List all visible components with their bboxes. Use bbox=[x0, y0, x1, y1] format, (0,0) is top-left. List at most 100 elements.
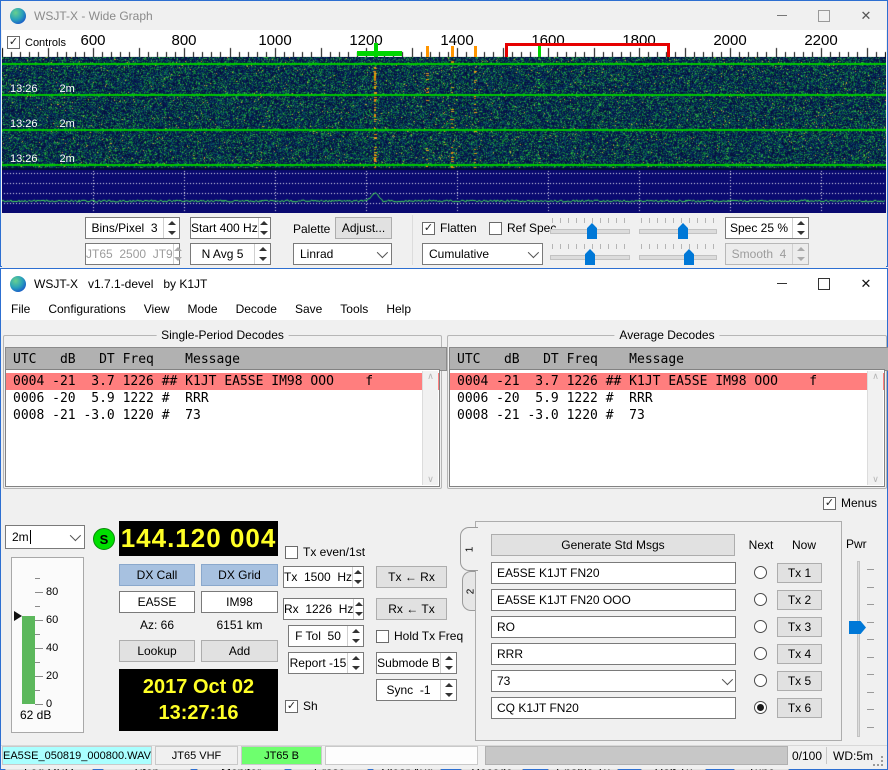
sync-spinner[interactable]: Sync -1 bbox=[376, 679, 457, 701]
decode-row[interactable]: 0004 -21 3.7 1226 ## K1JT EA5SE IM98 OOO… bbox=[6, 373, 439, 390]
pwr-tick bbox=[867, 604, 874, 605]
menu-view[interactable]: View bbox=[135, 299, 179, 319]
waterfall-canvas[interactable] bbox=[2, 57, 886, 213]
close-button[interactable]: ✕ bbox=[845, 269, 887, 298]
dx-call-input[interactable]: EA5SE bbox=[119, 591, 195, 613]
tx-from-rx-button[interactable]: Tx ← Rx bbox=[376, 566, 447, 588]
generate-std-msgs-button[interactable]: Generate Std Msgs bbox=[491, 534, 735, 556]
add-button[interactable]: Add bbox=[201, 640, 278, 662]
flatten-checkbox[interactable]: ✓Flatten bbox=[422, 221, 477, 235]
f-tol-spinner[interactable]: F Tol 50 bbox=[288, 625, 364, 647]
meter-tick bbox=[35, 578, 40, 579]
palette-adjust-button[interactable]: Adjust... bbox=[335, 217, 392, 239]
resize-grip[interactable] bbox=[872, 755, 884, 767]
now-tx-5-button[interactable]: Tx 5 bbox=[777, 671, 822, 691]
minimize-button[interactable] bbox=[761, 1, 803, 30]
tx-message-field-3[interactable]: RO bbox=[491, 616, 736, 638]
dx-grid-input[interactable]: IM98 bbox=[201, 591, 278, 613]
dx-grid-button[interactable]: DX Grid bbox=[201, 564, 278, 586]
tab-1[interactable]: 1 bbox=[460, 527, 478, 571]
display-mode-combo[interactable]: Cumulative bbox=[422, 243, 543, 265]
now-tx-3-button[interactable]: Tx 3 bbox=[777, 617, 822, 637]
zero-slider-2[interactable] bbox=[639, 243, 717, 265]
tx-message-field-4[interactable]: RRR bbox=[491, 643, 736, 665]
single-period-decodes[interactable]: 0004 -21 3.7 1226 ## K1JT EA5SE IM98 OOO… bbox=[5, 369, 440, 487]
close-button[interactable]: ✕ bbox=[845, 1, 887, 30]
tx-even-checkbox[interactable]: Tx even/1st bbox=[285, 545, 365, 559]
now-tx-6-button[interactable]: Tx 6 bbox=[777, 698, 822, 718]
gain-slider-2[interactable] bbox=[550, 243, 630, 265]
decode-row[interactable]: 0004 -21 3.7 1226 ## K1JT EA5SE IM98 OOO… bbox=[450, 373, 884, 390]
pwr-handle[interactable] bbox=[849, 621, 866, 634]
frequency-scale[interactable]: ✓ Controls 60080010001200140016001800200… bbox=[2, 30, 886, 57]
wide-graph-titlebar[interactable]: WSJT-X - Wide Graph ✕ bbox=[1, 1, 887, 30]
mode-label: JT65 B bbox=[241, 746, 322, 765]
decode-row[interactable]: 0008 -21 -3.0 1220 # 73 bbox=[6, 407, 439, 424]
zero-slider-1[interactable] bbox=[639, 217, 717, 239]
waterfall-area[interactable]: 13:262m13:262m13:262m bbox=[2, 57, 886, 213]
start-hz-spinner[interactable]: Start 400 Hz bbox=[190, 217, 271, 239]
pwr-tick bbox=[867, 692, 874, 693]
next-radio-5[interactable] bbox=[754, 674, 767, 687]
bins-pixel-spinner[interactable]: Bins/Pixel 3 bbox=[85, 217, 180, 239]
meter-tick-label: 20 bbox=[46, 670, 58, 682]
rx-freq-spinner[interactable]: Rx 1226 Hz bbox=[283, 598, 364, 620]
now-tx-2-button[interactable]: Tx 2 bbox=[777, 590, 822, 610]
menu-mode[interactable]: Mode bbox=[179, 299, 227, 319]
menu-decode[interactable]: Decode bbox=[227, 299, 286, 319]
frequency-display[interactable]: 144.120 004 bbox=[119, 521, 278, 556]
pwr-slider[interactable] bbox=[847, 561, 877, 737]
now-tx-1-button[interactable]: Tx 1 bbox=[777, 563, 822, 583]
menu-help[interactable]: Help bbox=[377, 299, 420, 319]
azimuth-label: Az: 66 bbox=[119, 618, 195, 632]
menu-configurations[interactable]: Configurations bbox=[39, 299, 134, 319]
minimize-button[interactable] bbox=[761, 269, 803, 298]
next-radio-6[interactable] bbox=[754, 701, 767, 714]
menus-checkbox[interactable]: ✓Menus bbox=[823, 496, 877, 510]
palette-combo[interactable]: Linrad bbox=[293, 243, 392, 265]
submode-spinner[interactable]: Submode B bbox=[376, 652, 457, 674]
n-avg-spinner[interactable]: N Avg 5 bbox=[190, 243, 271, 265]
menu-tools[interactable]: Tools bbox=[331, 299, 377, 319]
menu-file[interactable]: File bbox=[2, 299, 39, 319]
next-radio-4[interactable] bbox=[754, 647, 767, 660]
rx-from-tx-button[interactable]: Rx ← Tx bbox=[376, 598, 447, 620]
spec-percent-spinner[interactable]: Spec 25 % bbox=[725, 217, 809, 239]
now-tx-4-button[interactable]: Tx 4 bbox=[777, 644, 822, 664]
tx-message-field-6[interactable]: CQ K1JT FN20 bbox=[491, 697, 736, 719]
main-window: WSJT-X v1.7.1-devel by K1JT ✕ FileConfig… bbox=[0, 268, 888, 770]
ref-spec-checkbox[interactable]: Ref Spec bbox=[489, 221, 556, 235]
band-combo[interactable]: 2m bbox=[5, 525, 85, 549]
next-radio-3[interactable] bbox=[754, 620, 767, 633]
date-text: 2017 Oct 02 bbox=[143, 674, 254, 700]
hold-tx-freq-checkbox[interactable]: Hold Tx Freq bbox=[376, 629, 463, 643]
menu-save[interactable]: Save bbox=[286, 299, 331, 319]
dx-call-button[interactable]: DX Call bbox=[119, 564, 195, 586]
average-decodes[interactable]: 0004 -21 3.7 1226 ## K1JT EA5SE IM98 OOO… bbox=[449, 369, 885, 487]
tx-message-field-2[interactable]: EA5SE K1JT FN20 OOO bbox=[491, 589, 736, 611]
scroll-up-icon: ∧ bbox=[427, 371, 434, 382]
report-spinner[interactable]: Report -15 bbox=[288, 652, 364, 674]
scrollbar[interactable]: ∧∨ bbox=[422, 371, 438, 485]
lookup-button[interactable]: Lookup bbox=[119, 640, 195, 662]
next-radio-2[interactable] bbox=[754, 593, 767, 606]
tx-freq-spinner[interactable]: Tx 1500 Hz bbox=[283, 566, 364, 588]
next-radio-1[interactable] bbox=[754, 566, 767, 579]
maximize-button[interactable] bbox=[803, 1, 845, 30]
tx-message-field-1[interactable]: EA5SE K1JT FN20 bbox=[491, 562, 736, 584]
pwr-tick bbox=[867, 657, 874, 658]
signal-meter: 806040200 62 dB bbox=[11, 557, 84, 733]
waterfall-timestamp: 13:262m bbox=[10, 153, 75, 165]
tx-message-field-5[interactable]: 73 bbox=[491, 670, 736, 692]
maximize-button[interactable] bbox=[803, 269, 845, 298]
decode-row[interactable]: 0006 -20 5.9 1222 # RRR bbox=[6, 390, 439, 407]
decode-row[interactable]: 0008 -21 -3.0 1220 # 73 bbox=[450, 407, 884, 424]
sh-checkbox[interactable]: ✓Sh bbox=[285, 699, 318, 713]
meter-tick bbox=[35, 592, 43, 593]
gain-slider-1[interactable] bbox=[550, 217, 630, 239]
meter-bar bbox=[22, 616, 35, 704]
now-column-label: Now bbox=[784, 538, 824, 552]
scrollbar[interactable]: ∧∨ bbox=[867, 371, 883, 485]
main-titlebar[interactable]: WSJT-X v1.7.1-devel by K1JT ✕ bbox=[1, 269, 887, 298]
decode-row[interactable]: 0006 -20 5.9 1222 # RRR bbox=[450, 390, 884, 407]
